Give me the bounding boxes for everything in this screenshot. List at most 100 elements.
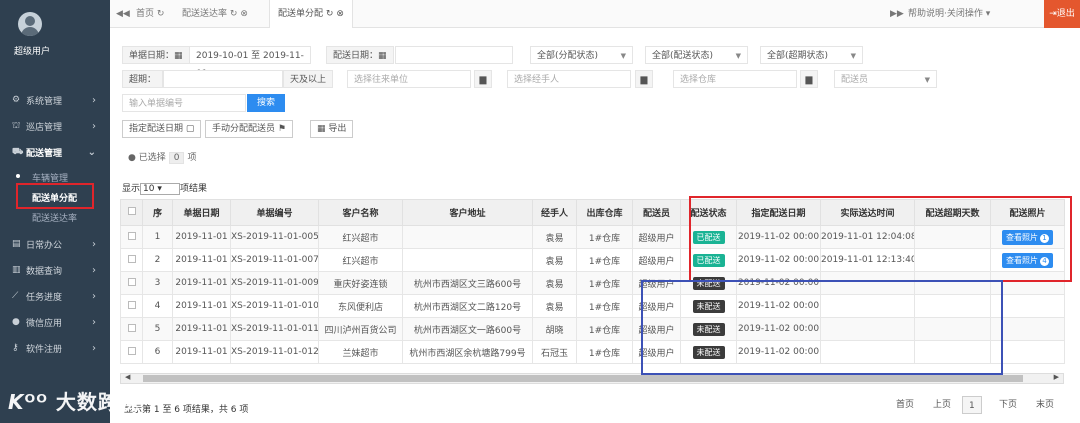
row-checkbox[interactable]	[127, 346, 136, 355]
manual-assign-button[interactable]: 手动分配配送员 ⚑	[205, 120, 293, 138]
chevron-down-icon: ▼	[924, 76, 930, 84]
sidebar-item-gear[interactable]: ⚙ 系统管理 ›	[0, 89, 110, 111]
sidebar-item-truck[interactable]: ⛟ 配送管理 ⌄	[0, 141, 110, 163]
column-header[interactable]: 单据编号	[230, 199, 319, 226]
row-checkbox[interactable]	[127, 323, 136, 332]
column-header[interactable]: 客户名称	[318, 199, 403, 226]
cell-handler: 袁易	[532, 271, 577, 295]
column-header[interactable]: 配送员	[632, 199, 681, 226]
overdue-label: 超期：	[122, 70, 164, 88]
row-checkbox[interactable]	[127, 254, 136, 263]
deliverer-select[interactable]: 配送员 ▼	[834, 70, 937, 88]
chevron-right-icon: ›	[92, 264, 96, 276]
warehouse-select[interactable]: 选择仓库	[673, 70, 797, 88]
tab-bar: ◀◀ 首页 ↻ 配送送达率 ↻ ⊗ 配送单分配 ↻ ⊗ ▶▶ 帮助说明·关闭操作…	[110, 0, 1080, 28]
sidebar-item-line-chart[interactable]: ⟋ 任务进度 ›	[0, 285, 110, 307]
prev-page-link[interactable]: 上页	[933, 396, 951, 414]
help-link[interactable]: 帮助说明·关闭操作 ▾	[908, 0, 990, 28]
days-above-label: 天及以上	[283, 70, 334, 88]
search-button[interactable]: 搜索	[247, 94, 286, 112]
tabs-forward-icon[interactable]: ▶▶	[890, 0, 904, 28]
handler-select[interactable]: 选择经手人	[507, 70, 631, 88]
trash-icon[interactable]: ▆	[800, 70, 818, 88]
tab-delivery-dispatch[interactable]: 配送单分配 ↻ ⊗	[269, 0, 353, 28]
table-info: 显示第 1 至 6 项结果，共 6 项	[124, 405, 249, 415]
assign-date-button[interactable]: 指定配送日期 ▢	[122, 120, 202, 138]
watermark-logo: Kᴼᴼ 大数跨境	[8, 390, 140, 414]
sidebar-item-shop[interactable]: ⛫ 巡店管理 ›	[0, 115, 110, 137]
column-header[interactable]: 序	[142, 199, 173, 226]
row-checkbox-cell[interactable]	[120, 340, 143, 364]
sidebar-item-wechat[interactable]: ● 微信应用 ›	[0, 311, 110, 333]
scroll-left-icon[interactable]: ◀	[125, 373, 130, 381]
cell-address: 杭州市西湖区文二路120号	[402, 294, 533, 318]
column-header[interactable]: 客户地址	[402, 199, 533, 226]
page-length-select[interactable]: 10 ▾	[140, 183, 181, 195]
doc-date-input[interactable]: 2019-10-01 至 2019-11-01	[189, 46, 311, 79]
scroll-right-icon[interactable]: ▶	[1054, 373, 1059, 381]
customer-select[interactable]: 选择往来单位	[347, 70, 471, 88]
last-page-link[interactable]: 末页	[1036, 396, 1054, 414]
tabs-back-icon[interactable]: ◀◀	[116, 0, 130, 28]
row-checkbox[interactable]	[127, 231, 136, 240]
close-icon[interactable]: ⊗	[240, 9, 248, 19]
current-page[interactable]: 1	[962, 396, 982, 414]
cell-warehouse: 1#仓库	[576, 248, 633, 272]
row-checkbox-cell[interactable]	[120, 225, 143, 249]
column-header[interactable]: 经手人	[532, 199, 577, 226]
exit-button[interactable]: ⇥退出	[1044, 0, 1080, 28]
chevron-down-icon: ▼	[620, 52, 626, 60]
sidebar-item-label: 微信应用	[26, 318, 63, 329]
highlight-box-sidebar	[16, 183, 94, 209]
sidebar-item-key[interactable]: ⚷ 软件注册 ›	[0, 337, 110, 359]
row-checkbox[interactable]	[127, 300, 136, 309]
first-page-link[interactable]: 首页	[896, 396, 914, 414]
delivery-date-input[interactable]	[395, 46, 513, 64]
overdue-days-input[interactable]	[163, 70, 283, 88]
column-header[interactable]: 出库仓库	[576, 199, 633, 226]
refresh-icon[interactable]: ↻	[326, 9, 334, 19]
tab-home[interactable]: 首页 ↻	[136, 0, 164, 28]
sidebar-item-chart[interactable]: ▥ 数据查询 ›	[0, 259, 110, 281]
sidebar-subitem-2[interactable]: 配送送达率	[0, 208, 110, 226]
sidebar-item-label: 系统管理	[26, 96, 63, 107]
cell-date: 2019-11-01	[172, 340, 231, 364]
next-page-link[interactable]: 下页	[999, 396, 1017, 414]
shop-icon: ⛫	[12, 120, 21, 131]
chart-icon: ▥	[12, 265, 21, 275]
dispatch-status-select[interactable]: 全部(分配状态) ▼	[530, 46, 633, 64]
delivery-status-select[interactable]: 全部(配送状态) ▼	[645, 46, 748, 64]
trash-icon[interactable]: ▆	[474, 70, 492, 88]
cell-no: 2	[142, 248, 173, 272]
tab-delivery-rate[interactable]: 配送送达率 ↻ ⊗	[182, 0, 248, 28]
cell-warehouse: 1#仓库	[576, 271, 633, 295]
row-checkbox-cell[interactable]	[120, 294, 143, 318]
wechat-icon: ●	[12, 317, 20, 327]
doc-no-input[interactable]: 输入单据编号	[122, 94, 246, 112]
flag-icon: ⚑	[277, 124, 286, 134]
column-header[interactable]: 单据日期	[172, 199, 231, 226]
avatar[interactable]	[18, 12, 42, 36]
select-all-checkbox-cell[interactable]	[120, 199, 143, 226]
cell-customer: 东风便利店	[318, 294, 403, 318]
export-button[interactable]: ▦ 导出	[310, 120, 354, 138]
chevron-right-icon: ›	[92, 290, 96, 302]
overdue-status-select[interactable]: 全部(超期状态) ▼	[760, 46, 863, 64]
close-icon[interactable]: ⊗	[336, 9, 344, 19]
sidebar-item-label: 数据查询	[26, 266, 63, 277]
row-checkbox-cell[interactable]	[120, 248, 143, 272]
cell-handler: 袁易	[532, 294, 577, 318]
cell-warehouse: 1#仓库	[576, 340, 633, 364]
select-all-checkbox[interactable]	[127, 207, 136, 215]
row-checkbox-cell[interactable]	[120, 317, 143, 341]
chevron-down-icon: ▼	[850, 52, 856, 60]
refresh-icon[interactable]: ↻	[157, 9, 165, 19]
cell-date: 2019-11-01	[172, 294, 231, 318]
cell-customer: 红兴超市	[318, 225, 403, 249]
trash-icon[interactable]: ▆	[635, 70, 653, 88]
row-checkbox-cell[interactable]	[120, 271, 143, 295]
cell-address: 杭州市西湖区文三路600号	[402, 271, 533, 295]
row-checkbox[interactable]	[127, 277, 136, 286]
sidebar-item-briefcase[interactable]: ▤ 日常办公 ›	[0, 233, 110, 255]
refresh-icon[interactable]: ↻	[230, 9, 238, 19]
